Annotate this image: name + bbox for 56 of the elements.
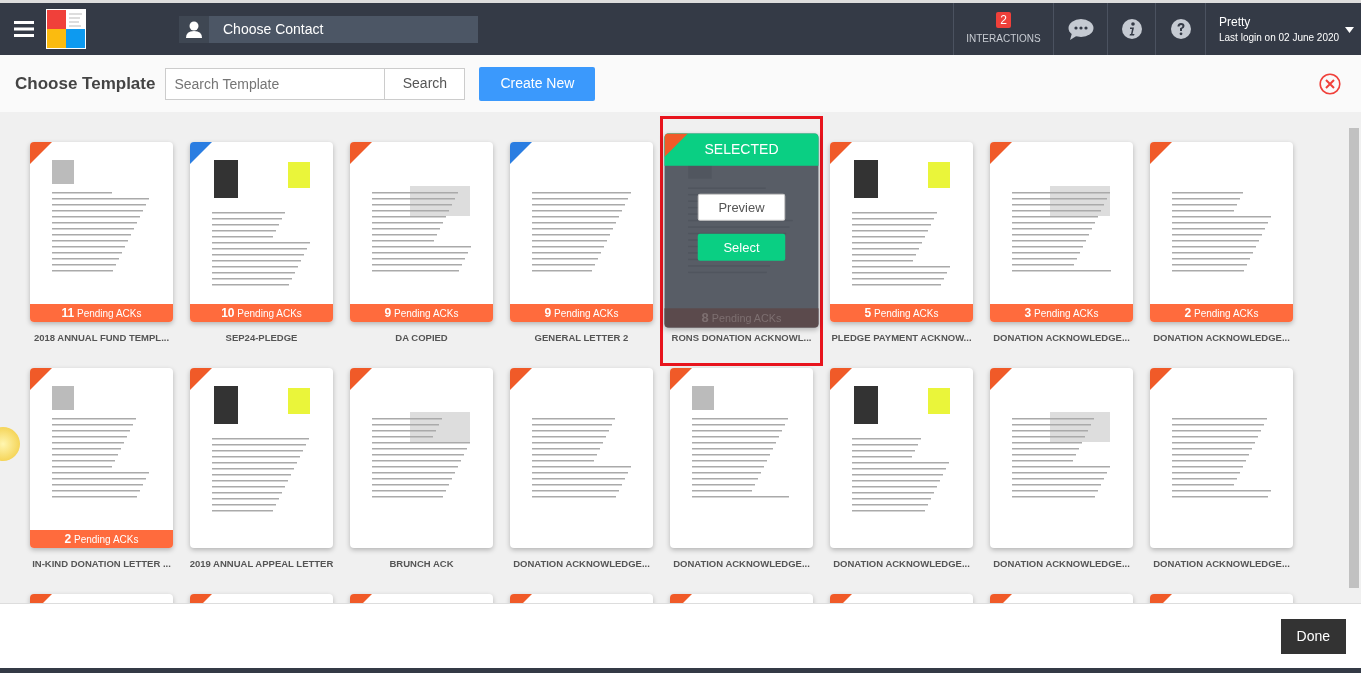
pending-acks-label: 11 Pending ACKs	[30, 304, 173, 322]
template-name: DONATION ACKNOWLEDGE...	[672, 557, 811, 571]
search-button[interactable]: Search	[384, 67, 466, 100]
caret-icon[interactable]	[1345, 26, 1355, 33]
close-icon[interactable]	[1319, 73, 1341, 96]
template-card[interactable]: 9 Pending ACKs	[350, 142, 493, 322]
pending-acks-label: 5 Pending ACKs	[830, 304, 973, 322]
pending-acks-label: 9 Pending ACKs	[350, 304, 493, 322]
menu-icon[interactable]	[14, 21, 34, 37]
logo-icon	[46, 9, 86, 49]
select-button[interactable]: Select	[697, 233, 786, 261]
info-icon[interactable]	[1121, 19, 1142, 39]
scrollbar-thumb[interactable]	[1349, 128, 1359, 588]
pending-acks-label: 9 Pending ACKs	[510, 304, 653, 322]
template-card[interactable]	[830, 368, 973, 548]
interactions-count: 2	[996, 12, 1011, 28]
template-card[interactable]: 2 Pending ACKs	[1150, 142, 1293, 322]
search-field[interactable]: Search Template	[165, 67, 385, 100]
template-card[interactable]: 2 Pending ACKs	[30, 368, 173, 548]
template-name: DONATION ACKNOWLEDGE...	[1152, 331, 1291, 345]
template-card[interactable]	[190, 368, 333, 548]
template-card[interactable]: 3 Pending ACKs	[990, 142, 1133, 322]
pending-acks-label: 2 Pending ACKs	[30, 530, 173, 548]
contact-selector[interactable]: Choose Contact	[179, 15, 478, 43]
template-name: GENERAL LETTER 2	[533, 331, 630, 345]
template-name: SEP24-PLEDGE	[224, 331, 299, 345]
chat-icon[interactable]	[1067, 18, 1094, 40]
template-name: 2019 ANNUAL APPEAL LETTER	[188, 557, 335, 571]
template-card[interactable]: 10 Pending ACKs	[190, 142, 333, 322]
template-card[interactable]: 11 Pending ACKs	[30, 142, 173, 322]
template-name: IN-KIND DONATION LETTER ...	[31, 557, 172, 571]
create-new-button[interactable]: Create New	[479, 66, 596, 101]
template-name: DONATION ACKNOWLEDGE...	[1152, 557, 1291, 571]
last-login-text: Last login on 02 June 2020	[1219, 30, 1340, 44]
pending-acks-label: 2 Pending ACKs	[1150, 304, 1293, 322]
template-name: RONS DONATION ACKNOWL...	[670, 331, 813, 345]
user-name[interactable]: Pretty	[1219, 14, 1340, 29]
template-name: DONATION ACKNOWLEDGE...	[512, 557, 651, 571]
template-name: PLEDGE PAYMENT ACKNOW...	[830, 331, 973, 345]
pending-acks-label: 3 Pending ACKs	[990, 304, 1133, 322]
preview-button[interactable]: Preview	[697, 193, 786, 221]
template-name: DONATION ACKNOWLEDGE...	[832, 557, 971, 571]
person-icon	[186, 20, 202, 38]
selected-banner: SELECTED	[664, 133, 819, 166]
interactions-label[interactable]: INTERACTIONS	[966, 31, 1041, 46]
template-name: DONATION ACKNOWLEDGE...	[992, 557, 1131, 571]
pending-acks-label: 10 Pending ACKs	[190, 304, 333, 322]
template-name: BRUNCH ACK	[388, 557, 455, 571]
done-button[interactable]: Done	[1280, 618, 1346, 654]
page-title: Choose Template	[15, 72, 156, 95]
template-name: DONATION ACKNOWLEDGE...	[992, 331, 1131, 345]
template-name: 2018 ANNUAL FUND TEMPL...	[32, 331, 171, 345]
help-icon[interactable]	[1170, 19, 1191, 39]
template-card[interactable]: 9 Pending ACKs	[510, 142, 653, 322]
template-card[interactable]: 5 Pending ACKs	[830, 142, 973, 322]
template-name: DA COPIED	[394, 331, 449, 345]
